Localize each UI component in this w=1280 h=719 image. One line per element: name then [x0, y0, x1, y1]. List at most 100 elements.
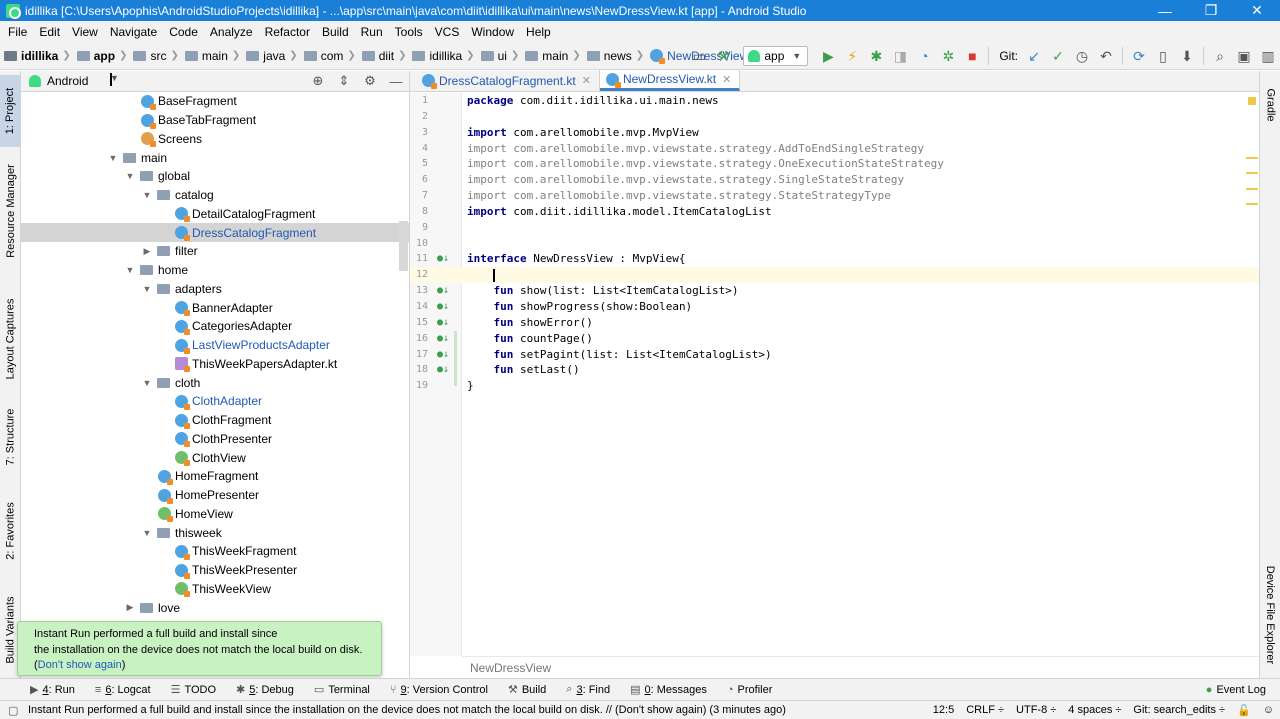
avd-manager-icon[interactable]: ▯	[1151, 44, 1175, 68]
warning-marker[interactable]	[1246, 157, 1258, 159]
chevron-right-icon[interactable]: ▶	[124, 602, 136, 613]
chevron-down-icon[interactable]: ▼	[107, 153, 119, 163]
implemented-marker-icon[interactable]: ●↓	[437, 347, 449, 363]
tab-layout-captures[interactable]: Layout Captures	[0, 289, 21, 389]
code-line[interactable]: 12	[410, 267, 1259, 284]
indent-setting[interactable]: 4 spaces ÷	[1062, 704, 1127, 716]
gear-icon[interactable]: ⚙	[357, 71, 383, 93]
menu-run[interactable]: Run	[355, 25, 389, 39]
close-icon[interactable]: ✕	[1234, 0, 1280, 21]
tree-item[interactable]: DetailCatalogFragment	[21, 205, 409, 224]
menu-edit[interactable]: Edit	[33, 25, 66, 39]
debug-icon[interactable]: ✱	[864, 44, 888, 68]
menu-analyze[interactable]: Analyze	[204, 25, 259, 39]
tool-window-button[interactable]: ☰ TODO	[163, 683, 228, 697]
breadcrumb-item[interactable]: app ❯	[76, 49, 134, 63]
tab-resource-manager[interactable]: Resource Manager	[0, 157, 21, 265]
tool-window-button[interactable]: ⑂ 9: Version Control	[382, 684, 500, 696]
tree-item[interactable]: DressCatalogFragment	[21, 223, 409, 242]
breadcrumb-item[interactable]: idillika ❯	[4, 49, 77, 63]
tool-window-button[interactable]: ≡ 6: Logcat	[87, 684, 163, 696]
dont-show-again-link[interactable]: Don't show again	[38, 659, 122, 671]
tree-item[interactable]: Screens	[21, 130, 409, 149]
tool-window-button[interactable]: ▤ 0: Messages	[622, 683, 719, 697]
code-line[interactable]: 10	[410, 236, 1259, 252]
restore-icon[interactable]: ❐	[1188, 0, 1234, 21]
status-message[interactable]: Instant Run performed a full build and i…	[0, 704, 927, 716]
breadcrumb-item[interactable]: idillika ❯	[412, 49, 480, 63]
implemented-marker-icon[interactable]: ●↓	[437, 299, 449, 315]
tree-item[interactable]: HomeFragment	[21, 467, 409, 486]
code-line[interactable]: 4 import com.arellomobile.mvp.viewstate.s…	[410, 141, 1259, 157]
event-log-button[interactable]: ● Event Log	[1206, 684, 1280, 696]
sdk-manager-icon[interactable]: ⬇	[1175, 44, 1199, 68]
breadcrumb-item[interactable]: news ❯	[586, 49, 650, 63]
code-line[interactable]: 17 ●↓ fun setPagint(list: List<ItemCatalo…	[410, 347, 1259, 363]
editor-tab[interactable]: NewDressView.kt ✕	[599, 70, 741, 91]
gradle-sync-icon[interactable]: ⟳	[1127, 44, 1151, 68]
settings-icon[interactable]: ▣	[1232, 44, 1256, 68]
file-encoding[interactable]: UTF-8 ÷	[1010, 704, 1062, 716]
menu-view[interactable]: View	[66, 25, 104, 39]
run-config-select[interactable]: app ▼	[743, 46, 809, 66]
menu-refactor[interactable]: Refactor	[259, 25, 316, 39]
chevron-down-icon[interactable]: ▼	[141, 190, 153, 200]
breadcrumb-item[interactable]: java ❯	[246, 49, 303, 63]
chevron-right-icon[interactable]: ▶	[141, 246, 153, 257]
scrollbar[interactable]	[399, 221, 408, 271]
search-icon[interactable]: ⌕	[1208, 44, 1232, 68]
tree-item[interactable]: ▼ catalog	[21, 186, 409, 205]
breadcrumb-item[interactable]: src ❯	[133, 49, 184, 63]
profile-icon[interactable]: ◔	[912, 44, 936, 68]
tree-item[interactable]: HomePresenter	[21, 486, 409, 505]
tree-item[interactable]: BaseTabFragment	[21, 111, 409, 130]
implemented-marker-icon[interactable]: ●↓	[437, 331, 449, 347]
tree-item[interactable]: BaseFragment	[21, 92, 409, 111]
inspection-status-icon[interactable]	[1248, 97, 1256, 105]
tree-item[interactable]: HomeView	[21, 505, 409, 524]
code-line[interactable]: 8 import com.diit.idillika.model.ItemCata…	[410, 204, 1259, 220]
tool-window-button[interactable]: ▶ 4: Run	[22, 683, 87, 697]
tab-favorites[interactable]: 2: Favorites	[0, 495, 21, 567]
hector-icon[interactable]: ☺	[1257, 704, 1280, 716]
menu-window[interactable]: Window	[465, 25, 520, 39]
tree-item[interactable]: ClothAdapter	[21, 392, 409, 411]
tree-item[interactable]: ▼ adapters	[21, 280, 409, 299]
git-commit-icon[interactable]: ✓	[1046, 44, 1070, 68]
menu-file[interactable]: File	[2, 25, 33, 39]
toggle-panels-icon[interactable]: ▢	[8, 704, 18, 717]
tool-window-button[interactable]: ⚒ Build	[500, 683, 558, 697]
tree-item[interactable]: ClothFragment	[21, 411, 409, 430]
menu-build[interactable]: Build	[316, 25, 355, 39]
locate-icon[interactable]: ⊕	[305, 71, 331, 93]
code-line[interactable]: 19}	[410, 378, 1259, 394]
code-area[interactable]: 1 package com.diit.idillika.ui.main.news 2…	[410, 93, 1259, 394]
code-line[interactable]: 16 ●↓ fun countPage()	[410, 331, 1259, 347]
breadcrumb-item[interactable]: com ❯	[303, 49, 362, 63]
chevron-down-icon[interactable]: ▼	[124, 171, 136, 181]
breadcrumb-item[interactable]: ui ❯	[480, 49, 526, 63]
implemented-marker-icon[interactable]: ●↓	[437, 315, 449, 331]
tree-item[interactable]: ClothView	[21, 448, 409, 467]
git-update-icon[interactable]: ↙	[1022, 44, 1046, 68]
git-branch[interactable]: Git: search_edits ÷	[1127, 704, 1231, 716]
tree-item[interactable]: ThisWeekView	[21, 580, 409, 599]
tree-item[interactable]: ThisWeekPresenter	[21, 561, 409, 580]
cursor-position[interactable]: 12:5	[927, 704, 960, 716]
breadcrumb-item[interactable]: main ❯	[525, 49, 586, 63]
tool-window-button[interactable]: ✱ 5: Debug	[228, 683, 306, 697]
git-revert-icon[interactable]: ↶	[1094, 44, 1118, 68]
breadcrumb-item[interactable]: main ❯	[184, 49, 246, 63]
tab-gradle[interactable]: Gradle	[1260, 75, 1280, 135]
warning-marker[interactable]	[1246, 188, 1258, 190]
implemented-marker-icon[interactable]: ●↓	[437, 251, 449, 267]
tree-item[interactable]: ClothPresenter	[21, 430, 409, 449]
make-project-icon[interactable]: ⚒	[711, 44, 735, 68]
warning-marker[interactable]	[1246, 172, 1258, 174]
tree-item[interactable]: ▼ cloth	[21, 373, 409, 392]
menu-help[interactable]: Help	[520, 25, 557, 39]
menu-tools[interactable]: Tools	[389, 25, 429, 39]
tool-window-button[interactable]: ⌕ 3: Find	[558, 683, 622, 696]
menu-navigate[interactable]: Navigate	[104, 25, 163, 39]
stop-icon[interactable]: ■	[960, 44, 984, 68]
